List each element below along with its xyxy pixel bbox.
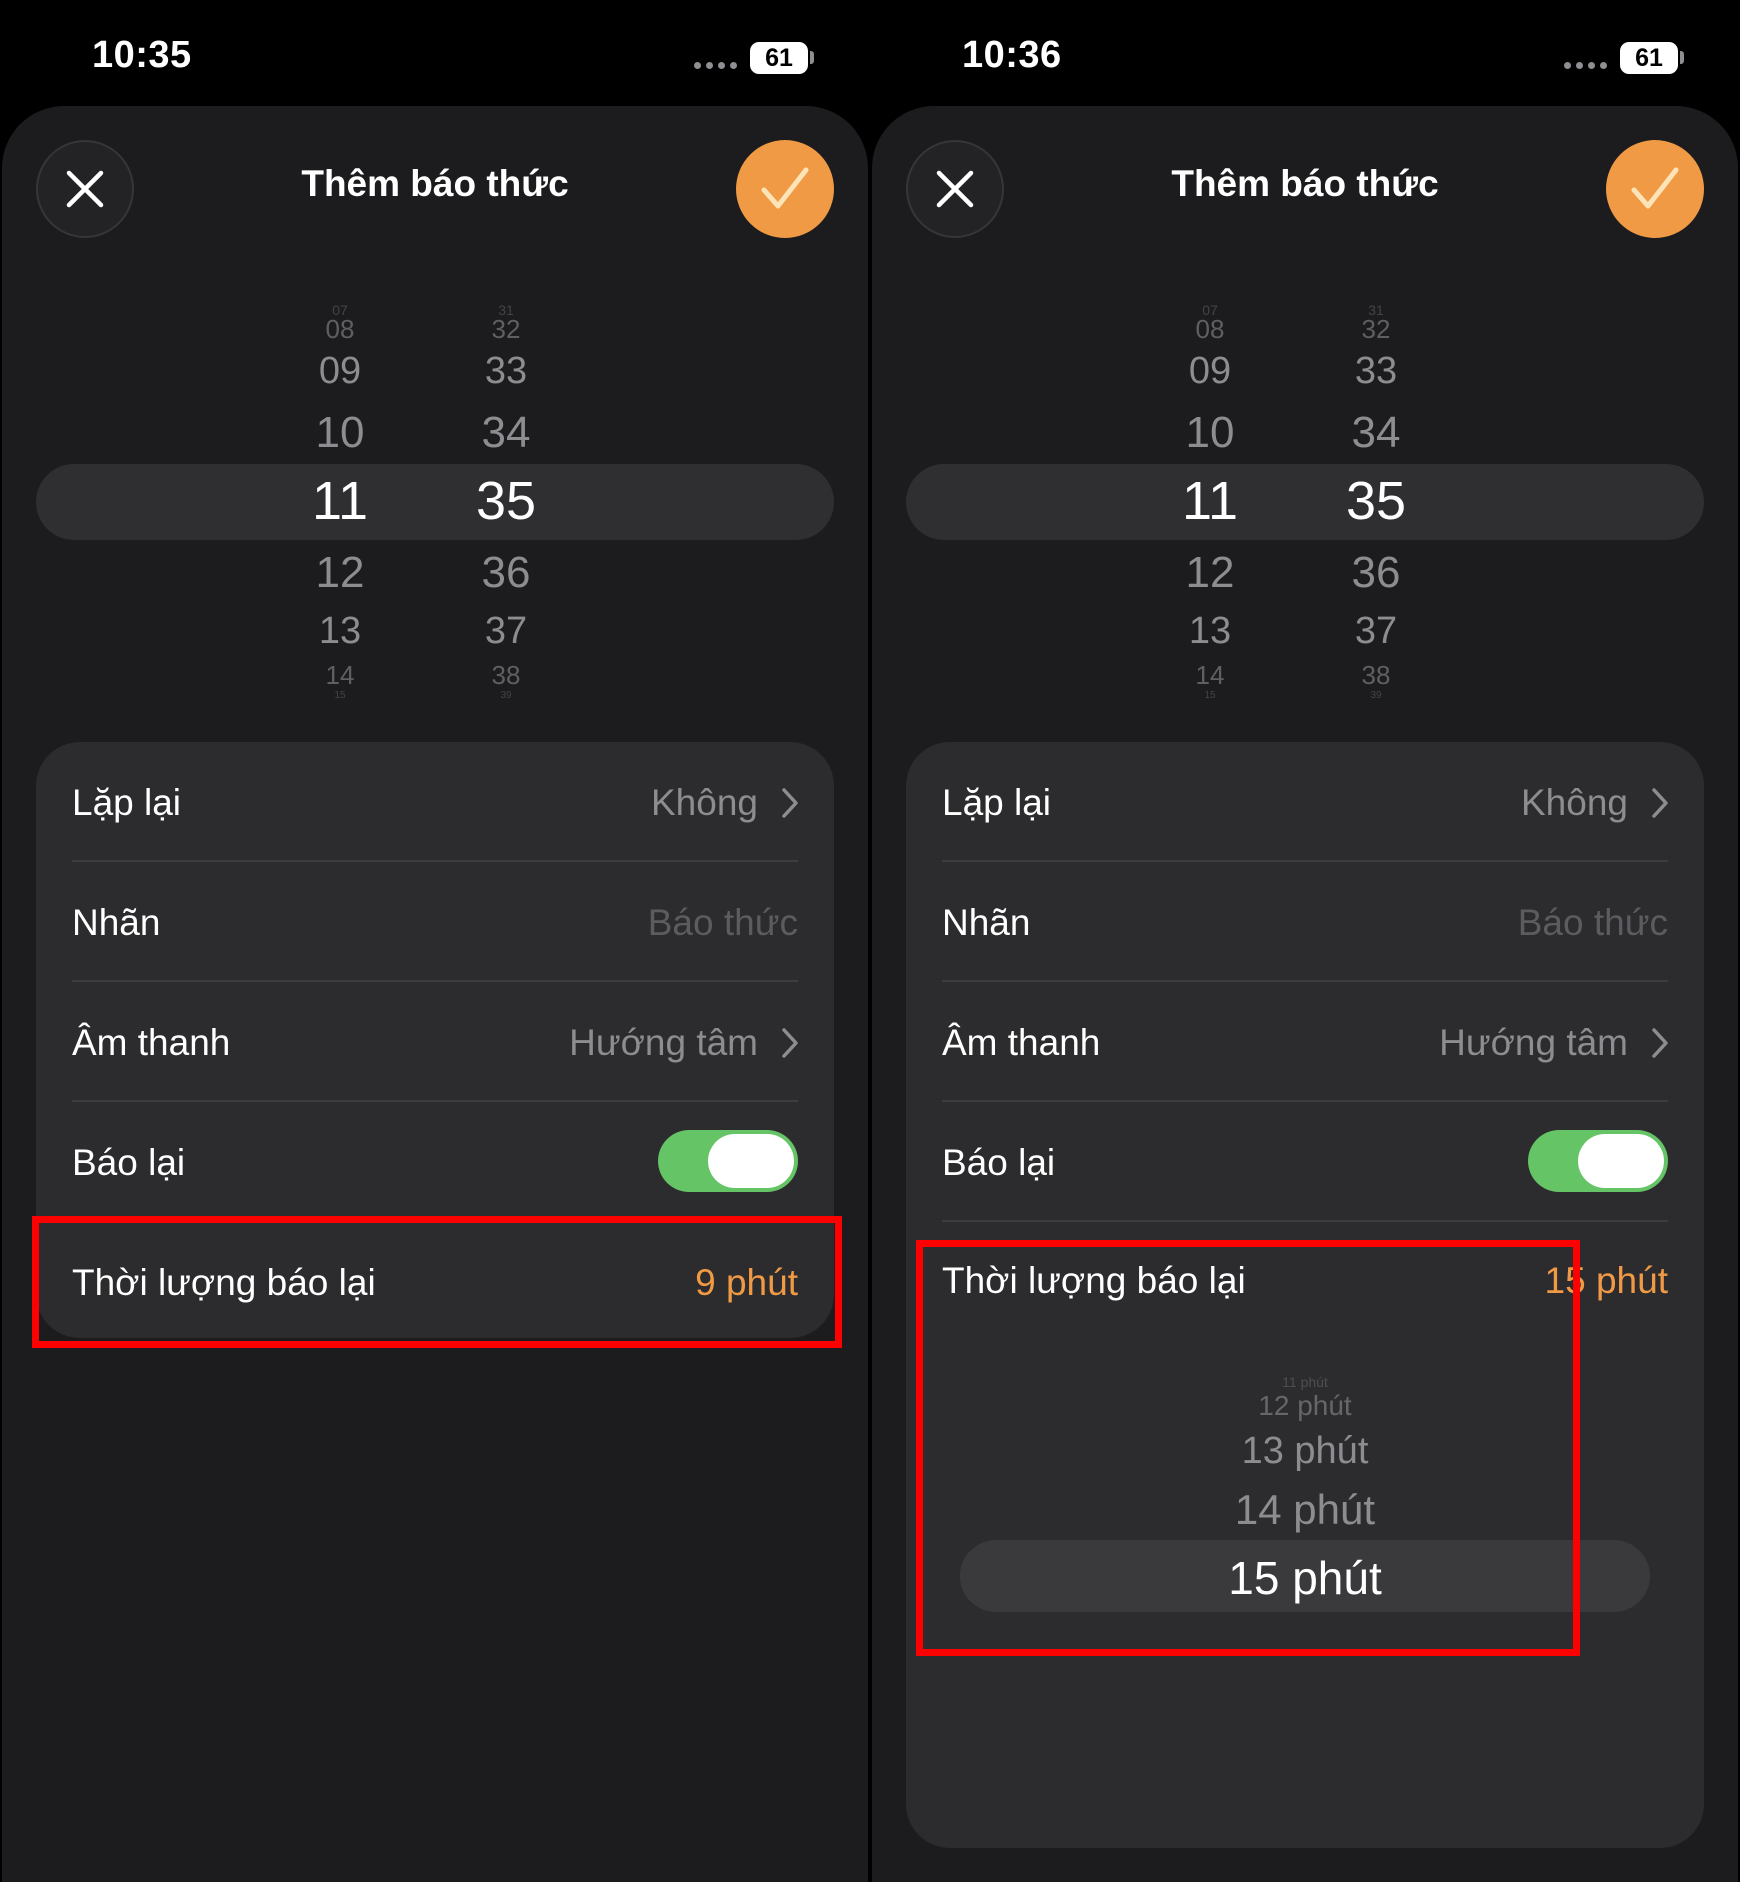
chevron-right-icon <box>782 1028 798 1058</box>
picker-minute[interactable]: 32 <box>1326 314 1426 345</box>
chevron-right-icon <box>1652 1028 1668 1058</box>
sound-row[interactable]: Âm thanh Hướng tâm <box>906 982 1704 1102</box>
picker-hour[interactable]: 10 <box>290 408 390 458</box>
settings-card: Lặp lại Không Nhãn Báo thức Âm thanh Hướ… <box>36 742 834 1338</box>
label-input[interactable]: Báo thức <box>1518 902 1668 944</box>
chevron-right-icon <box>782 788 798 818</box>
time-picker-selection <box>906 464 1704 540</box>
picker-hour-selected[interactable]: 11 <box>290 470 390 532</box>
sound-label: Âm thanh <box>942 1022 1101 1063</box>
repeat-label: Lặp lại <box>942 782 1052 823</box>
snooze-option-selected[interactable]: 15 phút <box>906 1551 1704 1605</box>
snooze-duration-value: 9 phút <box>695 1262 798 1303</box>
snooze-toggle[interactable] <box>1528 1130 1668 1192</box>
label-row[interactable]: Nhãn Báo thức <box>36 862 834 982</box>
picker-hour[interactable]: 09 <box>1160 350 1260 393</box>
sound-value: Hướng tâm <box>1439 1022 1628 1063</box>
alarm-screen-before: 10:35 61 Thêm báo thức 07 08 09 10 11 12… <box>0 0 870 1882</box>
time-picker-selection <box>36 464 834 540</box>
picker-hour[interactable]: 12 <box>1160 548 1260 598</box>
settings-card: Lặp lại Không Nhãn Báo thức Âm thanh Hướ… <box>906 742 1704 1848</box>
picker-minute[interactable]: 37 <box>1326 610 1426 653</box>
snooze-label: Báo lại <box>72 1142 186 1183</box>
picker-minute[interactable]: 34 <box>1326 408 1426 458</box>
snooze-duration-label: Thời lượng báo lại <box>72 1262 376 1303</box>
snooze-row: Báo lại <box>36 1102 834 1222</box>
snooze-duration-row[interactable]: Thời lượng báo lại 15 phút <box>906 1220 1704 1340</box>
label-input[interactable]: Báo thức <box>648 902 798 944</box>
checkmark-icon <box>1631 167 1679 209</box>
repeat-value: Không <box>651 782 758 823</box>
status-time: 10:35 <box>92 34 192 76</box>
picker-hour-selected[interactable]: 11 <box>1160 470 1260 532</box>
battery-icon: 61 <box>750 42 808 74</box>
chevron-right-icon <box>1652 788 1668 818</box>
snooze-option[interactable]: 12 phút <box>906 1390 1704 1422</box>
snooze-duration-label: Thời lượng báo lại <box>942 1260 1246 1301</box>
picker-minute[interactable]: 38 <box>1326 660 1426 691</box>
snooze-duration-value: 15 phút <box>1544 1260 1668 1301</box>
repeat-value: Không <box>1521 782 1628 823</box>
picker-hour[interactable]: 13 <box>1160 610 1260 653</box>
repeat-label: Lặp lại <box>72 782 182 823</box>
picker-hour[interactable]: 14 <box>1160 660 1260 691</box>
sound-label: Âm thanh <box>72 1022 231 1063</box>
confirm-button[interactable] <box>1606 140 1704 238</box>
picker-hour[interactable]: 14 <box>290 660 390 691</box>
picker-hour[interactable]: 09 <box>290 350 390 393</box>
snooze-label: Báo lại <box>942 1142 1056 1183</box>
picker-hour[interactable]: 15 <box>1160 690 1260 701</box>
picker-minute[interactable]: 39 <box>1326 690 1426 701</box>
alarm-screen-after: 10:36 61 Thêm báo thức 07 08 09 10 11 12… <box>870 0 1740 1882</box>
label-row[interactable]: Nhãn Báo thức <box>906 862 1704 982</box>
picker-minute[interactable]: 33 <box>456 350 556 393</box>
checkmark-icon <box>761 167 809 209</box>
snooze-option[interactable]: 13 phút <box>906 1430 1704 1473</box>
picker-minute[interactable]: 38 <box>456 660 556 691</box>
sound-row[interactable]: Âm thanh Hướng tâm <box>36 982 834 1102</box>
repeat-row[interactable]: Lặp lại Không <box>36 742 834 862</box>
picker-hour[interactable]: 10 <box>1160 408 1260 458</box>
signal-icon <box>694 62 737 69</box>
snooze-option[interactable]: 11 phút <box>906 1374 1704 1390</box>
picker-hour[interactable]: 08 <box>1160 314 1260 345</box>
label-label: Nhãn <box>942 902 1031 943</box>
sound-value: Hướng tâm <box>569 1022 758 1063</box>
snooze-option[interactable]: 14 phút <box>906 1486 1704 1534</box>
snooze-row: Báo lại <box>906 1102 1704 1222</box>
picker-hour[interactable]: 15 <box>290 690 390 701</box>
picker-hour[interactable]: 13 <box>290 610 390 653</box>
snooze-toggle[interactable] <box>658 1130 798 1192</box>
picker-minute[interactable]: 36 <box>456 548 556 598</box>
signal-icon <box>1564 62 1607 69</box>
status-time: 10:36 <box>962 34 1062 76</box>
picker-minute[interactable]: 34 <box>456 408 556 458</box>
picker-minute[interactable]: 36 <box>1326 548 1426 598</box>
confirm-button[interactable] <box>736 140 834 238</box>
picker-hour[interactable]: 08 <box>290 314 390 345</box>
picker-hour[interactable]: 12 <box>290 548 390 598</box>
picker-minute[interactable]: 32 <box>456 314 556 345</box>
picker-minute-selected[interactable]: 35 <box>1326 470 1426 532</box>
battery-icon: 61 <box>1620 42 1678 74</box>
label-label: Nhãn <box>72 902 161 943</box>
picker-minute[interactable]: 37 <box>456 610 556 653</box>
picker-minute[interactable]: 39 <box>456 690 556 701</box>
picker-minute-selected[interactable]: 35 <box>456 470 556 532</box>
picker-minute[interactable]: 33 <box>1326 350 1426 393</box>
snooze-duration-row[interactable]: Thời lượng báo lại 9 phút <box>36 1222 834 1342</box>
repeat-row[interactable]: Lặp lại Không <box>906 742 1704 862</box>
